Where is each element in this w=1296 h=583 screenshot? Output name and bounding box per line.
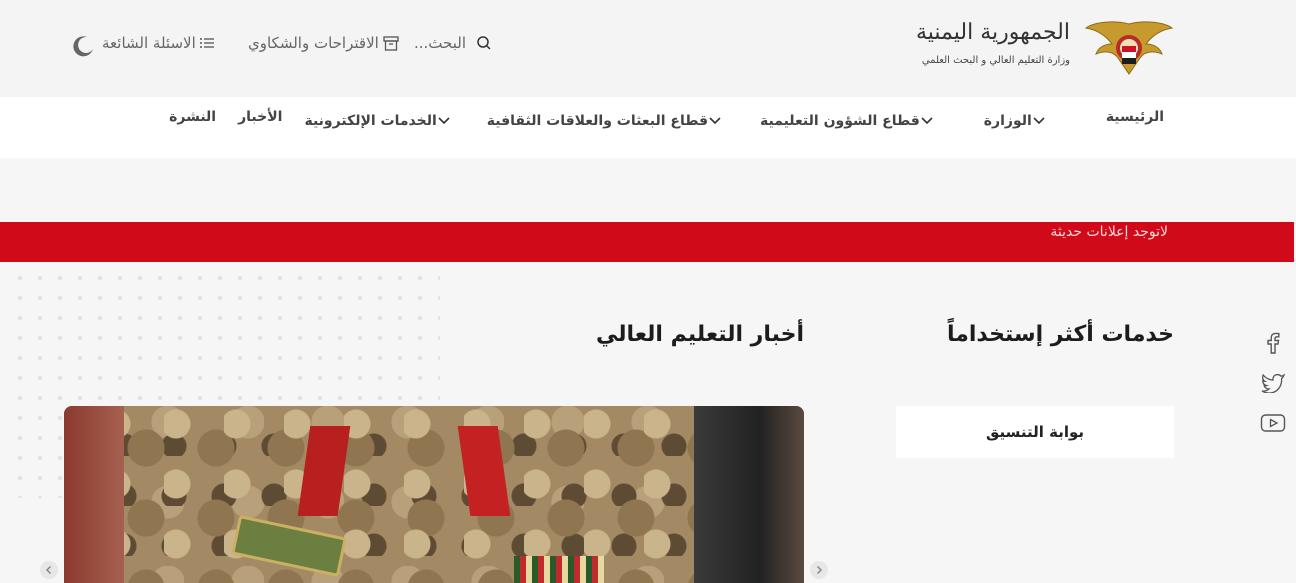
youtube-link[interactable]	[1260, 410, 1286, 436]
suggestions-button[interactable]: الاقتراحات والشكاوي	[248, 34, 399, 52]
nav-item-news[interactable]: الأخبار	[238, 109, 282, 125]
chevron-down-icon	[1033, 117, 1045, 125]
search-label: البحث...	[414, 34, 466, 52]
slider-next-button[interactable]	[810, 561, 828, 579]
faq-button[interactable]: الاسئلة الشائعة	[102, 34, 214, 52]
news-image-background	[694, 406, 804, 583]
nav-item-label: الخدمات الإلكترونية	[304, 113, 437, 129]
nav-item-ministry[interactable]: الوزارة	[984, 113, 1060, 129]
moon-icon	[73, 36, 93, 57]
search-icon	[477, 36, 491, 50]
search-button[interactable]: البحث...	[414, 34, 492, 52]
nav-item-bulletin[interactable]: النشرة	[169, 109, 216, 125]
dark-mode-toggle[interactable]	[72, 34, 96, 58]
announcement-bar: لاتوجد إعلانات حديثة	[0, 222, 1294, 262]
chevron-down-icon	[438, 117, 450, 125]
twitter-link[interactable]	[1260, 370, 1286, 396]
news-image-content	[104, 406, 724, 583]
nav-item-label: الأخبار	[238, 109, 283, 125]
nav-item-label: الوزارة	[983, 113, 1032, 129]
list-icon	[199, 38, 214, 48]
nav-item-educational-affairs[interactable]: قطاع الشؤون التعليمية	[760, 113, 956, 129]
service-card-coordination-portal[interactable]: بوابة التنسيق	[896, 406, 1174, 458]
news-section-title: أخبار التعليم العالي	[595, 322, 804, 347]
news-slider-image[interactable]	[64, 406, 804, 583]
facebook-link[interactable]	[1260, 330, 1286, 356]
chevron-down-icon	[709, 117, 721, 125]
nav-item-label: الرئيسية	[1105, 109, 1164, 125]
logo-title: الجمهورية اليمنية	[915, 20, 1070, 45]
announcement-text: لاتوجد إعلانات حديثة	[1050, 224, 1168, 240]
chevron-right-icon	[816, 565, 823, 575]
main-nav-bar: الرئيسية الوزارة قطاع الشؤون التعليمية ق…	[0, 97, 1296, 158]
archive-icon	[383, 35, 399, 51]
faq-label: الاسئلة الشائعة	[102, 34, 196, 52]
chevron-left-icon	[45, 565, 52, 575]
nav-item-label: قطاع البعثات والعلاقات الثقافية	[486, 113, 708, 129]
ribbon-bar	[514, 556, 604, 583]
yemen-emblem-icon	[1084, 21, 1174, 75]
nav-item-e-services[interactable]: الخدمات الإلكترونية	[304, 113, 462, 129]
facebook-icon	[1267, 332, 1280, 354]
services-section-title: خدمات أكثر إستخداماً	[946, 322, 1174, 347]
main-nav: الرئيسية الوزارة قطاع الشؤون التعليمية ق…	[169, 109, 1164, 129]
chevron-down-icon	[921, 117, 933, 125]
slider-prev-button[interactable]	[40, 561, 58, 579]
service-card-label: بوابة التنسيق	[985, 423, 1085, 441]
nav-item-home[interactable]: الرئيسية	[1106, 109, 1164, 125]
suggestions-label: الاقتراحات والشكاوي	[248, 34, 379, 52]
nav-item-scholarships[interactable]: قطاع البعثات والعلاقات الثقافية	[487, 113, 736, 129]
news-image-background	[64, 406, 124, 583]
nav-item-label: النشرة	[169, 109, 217, 125]
top-header: الجمهورية اليمنية وزارة التعليم العالي و…	[0, 0, 1296, 97]
ministry-logo[interactable]: الجمهورية اليمنية وزارة التعليم العالي و…	[916, 14, 1174, 80]
youtube-icon	[1260, 414, 1286, 432]
twitter-icon	[1261, 373, 1285, 393]
nav-item-label: قطاع الشؤون التعليمية	[760, 113, 920, 129]
logo-subtitle: وزارة التعليم العالي و البحث العلمي	[921, 55, 1070, 66]
